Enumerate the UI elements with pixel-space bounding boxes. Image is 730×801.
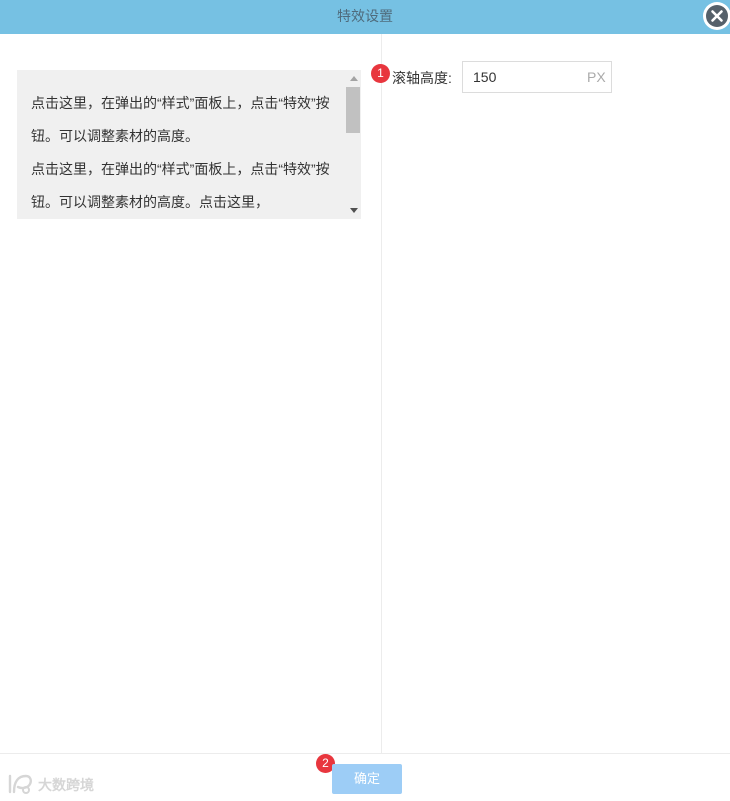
- dialog-title: 特效设置: [337, 8, 393, 24]
- panel-divider: [381, 34, 382, 753]
- scroll-preview-box[interactable]: 点击这里，在弹出的“样式”面板上，点击“特效”按钮。可以调整素材的高度。 点击这…: [17, 70, 361, 219]
- watermark-logo-icon: [8, 774, 32, 794]
- step-badge-1: 1: [371, 64, 390, 83]
- preview-paragraph: 点击这里，在弹出的“样式”面板上，点击“特效”按钮。可以调整素材的高度。: [31, 95, 330, 144]
- close-button[interactable]: [703, 2, 730, 30]
- footer-divider: [0, 753, 730, 754]
- scroll-preview-content: 点击这里，在弹出的“样式”面板上，点击“特效”按钮。可以调整素材的高度。 点击这…: [31, 87, 343, 219]
- scroll-height-input[interactable]: [473, 66, 573, 88]
- scrollbar-thumb[interactable]: [346, 87, 360, 133]
- confirm-button[interactable]: 确定: [332, 764, 402, 794]
- scroll-down-arrow-icon[interactable]: [350, 208, 358, 213]
- scroll-height-field[interactable]: PX: [462, 61, 612, 93]
- preview-paragraph: 点击这里，在弹出的“样式”面板上，点击“特效”按钮。可以调整素材的高度。点击这里…: [31, 161, 330, 210]
- scroll-height-unit: PX: [587, 69, 606, 85]
- close-icon: [711, 10, 723, 22]
- scroll-up-arrow-icon[interactable]: [350, 76, 358, 81]
- scroll-height-label: 滚轴高度:: [392, 70, 452, 86]
- watermark: 大数跨境: [6, 772, 106, 796]
- watermark-text: 大数跨境: [38, 777, 94, 793]
